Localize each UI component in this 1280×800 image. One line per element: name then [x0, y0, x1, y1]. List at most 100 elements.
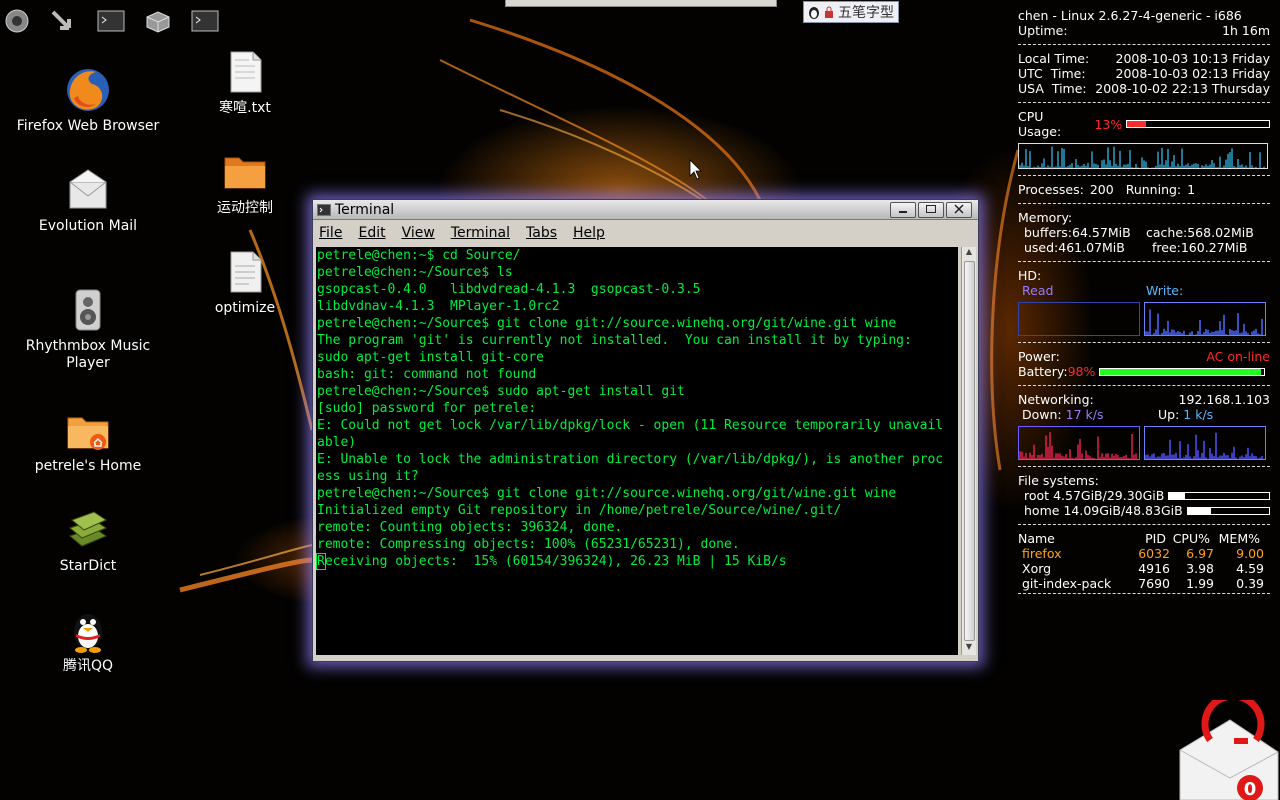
desktop-icon-label: 寒喧.txt [219, 100, 271, 116]
divider [1018, 466, 1270, 467]
menu-file[interactable]: File [319, 225, 342, 241]
menu-view[interactable]: View [402, 225, 435, 241]
fs-root-bar-fill [1169, 492, 1185, 499]
terminal-scrollbar[interactable]: ▲ ▼ [961, 247, 976, 655]
battery-value: 98% [1067, 364, 1096, 379]
menu-edit[interactable]: Edit [358, 225, 385, 241]
panel-strip[interactable] [505, 0, 777, 7]
divider [1018, 593, 1270, 594]
table-row: git-index-pack 7690 1.99 0.39 [1018, 576, 1270, 591]
proc-mem: 0.39 [1236, 576, 1264, 591]
scroll-down-arrow-icon[interactable]: ▼ [962, 642, 976, 655]
terminal-titlebar[interactable]: Terminal [313, 200, 978, 220]
networking-label: Networking: [1018, 392, 1094, 407]
launcher-box[interactable] [141, 4, 175, 38]
launcher-terminal[interactable] [94, 4, 128, 38]
proc-name: git-index-pack [1022, 576, 1112, 591]
maximize-button[interactable] [918, 202, 944, 218]
terminal-line: remote: Counting objects: 396324, done. [317, 520, 623, 535]
desktop-icon-stardict[interactable]: StarDict [13, 506, 163, 575]
menu-tabs[interactable]: Tabs [526, 225, 557, 241]
hd-read-graph [1018, 302, 1140, 336]
fs-home-bar [1186, 506, 1270, 515]
network-graphs [1018, 426, 1270, 460]
desktop-icon-folder[interactable]: 运动控制 [170, 148, 320, 217]
folder-icon [224, 157, 266, 189]
desktop-icon-label: Evolution Mail [38, 218, 138, 234]
proc-cpu: 6.97 [1186, 546, 1214, 561]
scrollbar-thumb[interactable] [964, 261, 975, 641]
maximize-icon [926, 205, 936, 213]
col-mem: MEM% [1218, 531, 1260, 546]
mail-notifier-icon: 0 [1179, 692, 1279, 800]
used-label: used: [1024, 240, 1059, 255]
upload-plot [1145, 432, 1263, 459]
terminal-screen[interactable]: petrele@chen:~$ cd Source/ petrele@chen:… [316, 247, 958, 655]
memory-label: Memory: [1018, 210, 1073, 225]
minimize-button[interactable] [890, 202, 916, 218]
utc-time-value: 2008-10-03 02:13 Friday [1115, 66, 1271, 81]
ip-address: 192.168.1.103 [1178, 392, 1270, 407]
launcher-terminal-2[interactable] [188, 4, 222, 38]
col-cpu: CPU% [1172, 531, 1210, 546]
close-icon [954, 204, 964, 214]
desktop-icon-firefox[interactable]: Firefox Web Browser [13, 66, 163, 135]
proc-pid: 4916 [1138, 561, 1170, 576]
download-graph [1018, 426, 1140, 460]
free-value: 160.27MiB [1180, 240, 1248, 255]
mail-notifier[interactable]: 0 [1170, 692, 1280, 800]
system-info: chen - Linux 2.6.27-4-generic - i686 [1018, 8, 1270, 23]
launcher-system-menu[interactable] [0, 4, 34, 38]
desktop-icon-qq[interactable]: 腾讯QQ [13, 606, 163, 675]
down-speed: Down: 17 k/s [1022, 407, 1146, 422]
running-value: 1 [1187, 182, 1196, 197]
up-label: Up: [1158, 407, 1180, 422]
desktop-icon-optimize[interactable]: optimize [170, 248, 320, 317]
system-monitor-panel: chen - Linux 2.6.27-4-generic - i686 Upt… [1018, 8, 1270, 600]
divider [1018, 261, 1270, 262]
proc-name: firefox [1022, 546, 1062, 561]
free-row: free:160.27MiB [1146, 240, 1272, 255]
fs-root-bar [1168, 491, 1270, 500]
terminal-line: remote: Compressing objects: 100% (65231… [317, 537, 740, 552]
mail-count: 0 [1244, 779, 1257, 800]
desktop[interactable]: 五笔字型 Firefox Web Browser Evolution Mail … [0, 0, 1280, 800]
menu-help[interactable]: Help [573, 225, 605, 241]
cpu-bar [1126, 120, 1270, 128]
desktop-icon-label: StarDict [59, 558, 117, 574]
launcher-download[interactable] [46, 4, 80, 38]
menu-terminal[interactable]: Terminal [451, 225, 510, 241]
divider [1018, 175, 1270, 176]
minimize-icon [899, 211, 907, 213]
processes-label: Processes: [1018, 182, 1084, 197]
upload-graph [1144, 426, 1266, 460]
hd-read-label: Read [1022, 283, 1054, 298]
close-button[interactable] [946, 202, 972, 218]
document-icon [230, 251, 262, 293]
proc-mem: 9.00 [1236, 546, 1264, 561]
cpu-row: CPU Usage: 13% [1018, 109, 1270, 139]
terminal-line: Initialized empty Git repository in /hom… [317, 503, 842, 518]
local-time-label: Local Time: [1018, 51, 1090, 66]
scroll-up-arrow-icon[interactable]: ▲ [962, 247, 976, 260]
battery-bar-fill [1100, 368, 1262, 375]
uptime-label: Uptime: [1018, 23, 1068, 38]
proc-cpu: 1.99 [1186, 576, 1214, 591]
utc-time-label: UTC Time: [1018, 66, 1086, 81]
divider [1018, 342, 1270, 343]
desktop-icon-txt-file[interactable]: 寒喧.txt [170, 48, 320, 117]
filesystems-label: File systems: [1018, 473, 1099, 488]
hd-graphs [1018, 302, 1270, 336]
desktop-icon-home[interactable]: petrele's Home [13, 406, 163, 475]
terminal-window[interactable]: Terminal File Edit View Terminal Tabs He… [312, 199, 979, 662]
free-label: free: [1152, 240, 1181, 255]
download-arrow-icon [51, 10, 71, 30]
desktop-icon-evolution[interactable]: Evolution Mail [13, 166, 163, 235]
cpu-label: CPU Usage: [1018, 109, 1062, 139]
utc-time-row: UTC Time: 2008-10-03 02:13 Friday [1018, 66, 1270, 81]
terminal-line: petrele@chen:~/Source$ sudo apt-get inst… [317, 384, 685, 399]
hd-write-label: Write: [1146, 283, 1184, 298]
desktop-icon-rhythmbox[interactable]: Rhythmbox Music Player [13, 286, 163, 372]
divider [1018, 44, 1270, 45]
ime-indicator[interactable]: 五笔字型 [803, 1, 899, 23]
